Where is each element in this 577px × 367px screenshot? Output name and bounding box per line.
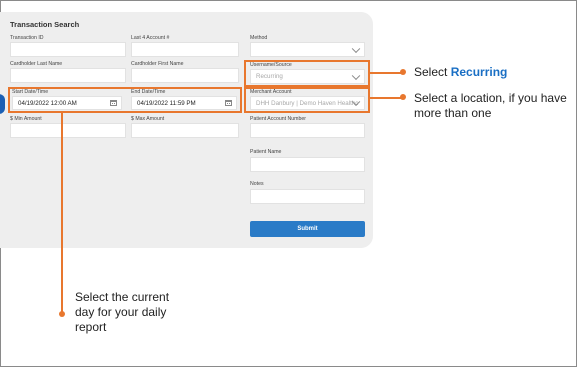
last4-label: Last 4 Account #: [131, 35, 170, 41]
patient-name-label: Patient Name: [250, 149, 282, 155]
cardholder-first-label: Cardholder First Name: [131, 61, 184, 67]
callout-recurring-prefix: Select: [414, 65, 451, 79]
min-amount-label: $ Min Amount: [10, 116, 42, 122]
patient-name-input[interactable]: [250, 157, 365, 172]
connector-dot: [400, 94, 406, 100]
connector-recurring: [370, 72, 403, 74]
notes-label: Notes: [250, 181, 264, 187]
callout-location: Select a location, if you have more than…: [414, 91, 567, 120]
max-amount-input[interactable]: [131, 123, 239, 138]
patient-account-label: Patient Account Number: [250, 116, 306, 122]
patient-account-input[interactable]: [250, 123, 365, 138]
method-select[interactable]: [250, 42, 365, 57]
connector-location: [370, 97, 403, 99]
submit-button[interactable]: Submit: [250, 221, 365, 237]
last4-input[interactable]: [131, 42, 239, 57]
callout-recurring-emphasis: Recurring: [450, 65, 508, 79]
highlight-merchant-account: [244, 87, 370, 113]
cardholder-first-input[interactable]: [131, 68, 239, 83]
callout-recurring: Select Recurring: [414, 65, 507, 80]
cardholder-last-input[interactable]: [10, 68, 126, 83]
connector-dot: [59, 311, 65, 317]
notes-input[interactable]: [250, 189, 365, 204]
transaction-id-label: Transaction ID: [10, 35, 44, 41]
transaction-id-input[interactable]: [10, 42, 126, 57]
connector-day: [61, 113, 63, 313]
max-amount-label: $ Max Amount: [131, 116, 165, 122]
highlight-username-source: [244, 60, 370, 87]
method-label: Method: [250, 35, 268, 41]
cardholder-last-label: Cardholder Last Name: [10, 61, 63, 67]
highlight-date-range: [8, 87, 242, 113]
page-title: Transaction Search: [10, 20, 80, 29]
chevron-down-icon: [351, 44, 361, 53]
min-amount-input[interactable]: [10, 123, 126, 138]
callout-day: Select the current day for your daily re…: [75, 290, 170, 334]
connector-dot: [400, 69, 406, 75]
